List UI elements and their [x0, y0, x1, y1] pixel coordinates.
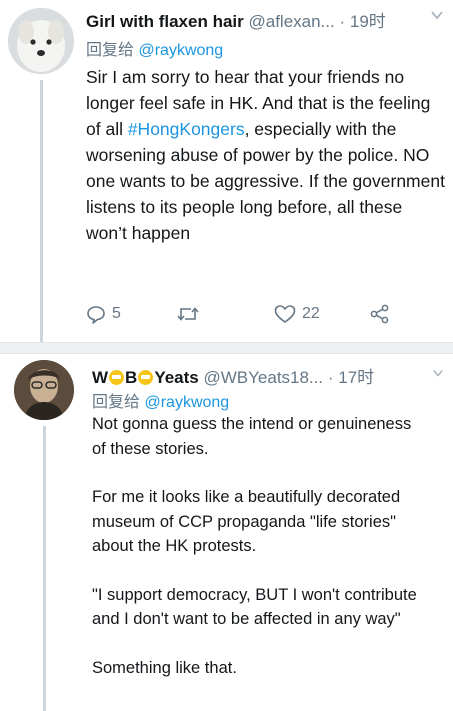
reply-prefix: 回复给: [86, 42, 135, 59]
tweet-paragraph: For me it looks like a beautifully decor…: [92, 488, 401, 555]
retweet-button[interactable]: [176, 304, 200, 324]
reply-mention-link[interactable]: @raykwong: [138, 42, 223, 59]
thread-line: [43, 426, 46, 711]
reply-mention-link[interactable]: @raykwong: [144, 394, 229, 411]
like-count: 22: [302, 305, 320, 322]
timestamp[interactable]: · 19时: [339, 12, 385, 31]
reply-count: 5: [112, 305, 121, 322]
share-button[interactable]: [370, 304, 390, 324]
like-icon: [274, 304, 296, 324]
tweet-paragraph: "I support democracy, BUT I won't contri…: [92, 585, 417, 629]
name-part: Yeats: [154, 368, 199, 387]
tweet-1[interactable]: Girl with flaxen hair @aflexan... · 19时 …: [0, 0, 453, 342]
like-button[interactable]: 22: [274, 304, 320, 324]
reply-button[interactable]: 5: [86, 304, 121, 324]
tweet-paragraph: Not gonna guess the intend or genuinenes…: [92, 415, 412, 458]
name-part: W: [92, 368, 109, 387]
avatar-wb-yeats[interactable]: [14, 360, 74, 420]
reply-icon: [86, 304, 106, 324]
handle[interactable]: @aflexan...: [249, 12, 335, 31]
mask-face-emoji-icon: [138, 370, 154, 385]
retweet-icon: [176, 304, 200, 324]
tweet-header: W B Yeats @WBYeats18... · 17时: [92, 363, 374, 388]
mask-face-emoji-icon: [109, 370, 125, 385]
display-name[interactable]: Girl with flaxen hair: [86, 12, 244, 31]
avatar-girl-with-flaxen-hair[interactable]: [8, 8, 74, 74]
timestamp[interactable]: · 17时: [328, 368, 374, 387]
tweet-header: Girl with flaxen hair @aflexan... · 19时: [86, 7, 386, 32]
thread-line: [40, 80, 43, 342]
name-part: B: [125, 368, 138, 387]
tweet-separator: [0, 342, 453, 354]
chevron-down-icon[interactable]: [430, 8, 444, 26]
reply-context: 回复给 @raykwong: [92, 388, 229, 412]
tweet-text: Sir I am sorry to hear that your friends…: [86, 64, 446, 246]
tweet-text: Not gonna guess the intend or genuinenes…: [92, 412, 427, 680]
tweet-paragraph: Something like that.: [92, 658, 237, 677]
handle[interactable]: @WBYeats18...: [204, 368, 324, 387]
share-icon: [370, 304, 390, 324]
chevron-down-icon[interactable]: [432, 366, 444, 383]
reply-prefix: 回复给: [92, 394, 141, 411]
hashtag-link[interactable]: #HongKongers: [128, 119, 245, 139]
action-bar: 5 22: [86, 304, 416, 332]
reply-context: 回复给 @raykwong: [86, 36, 223, 60]
display-name[interactable]: W B Yeats: [92, 368, 199, 387]
